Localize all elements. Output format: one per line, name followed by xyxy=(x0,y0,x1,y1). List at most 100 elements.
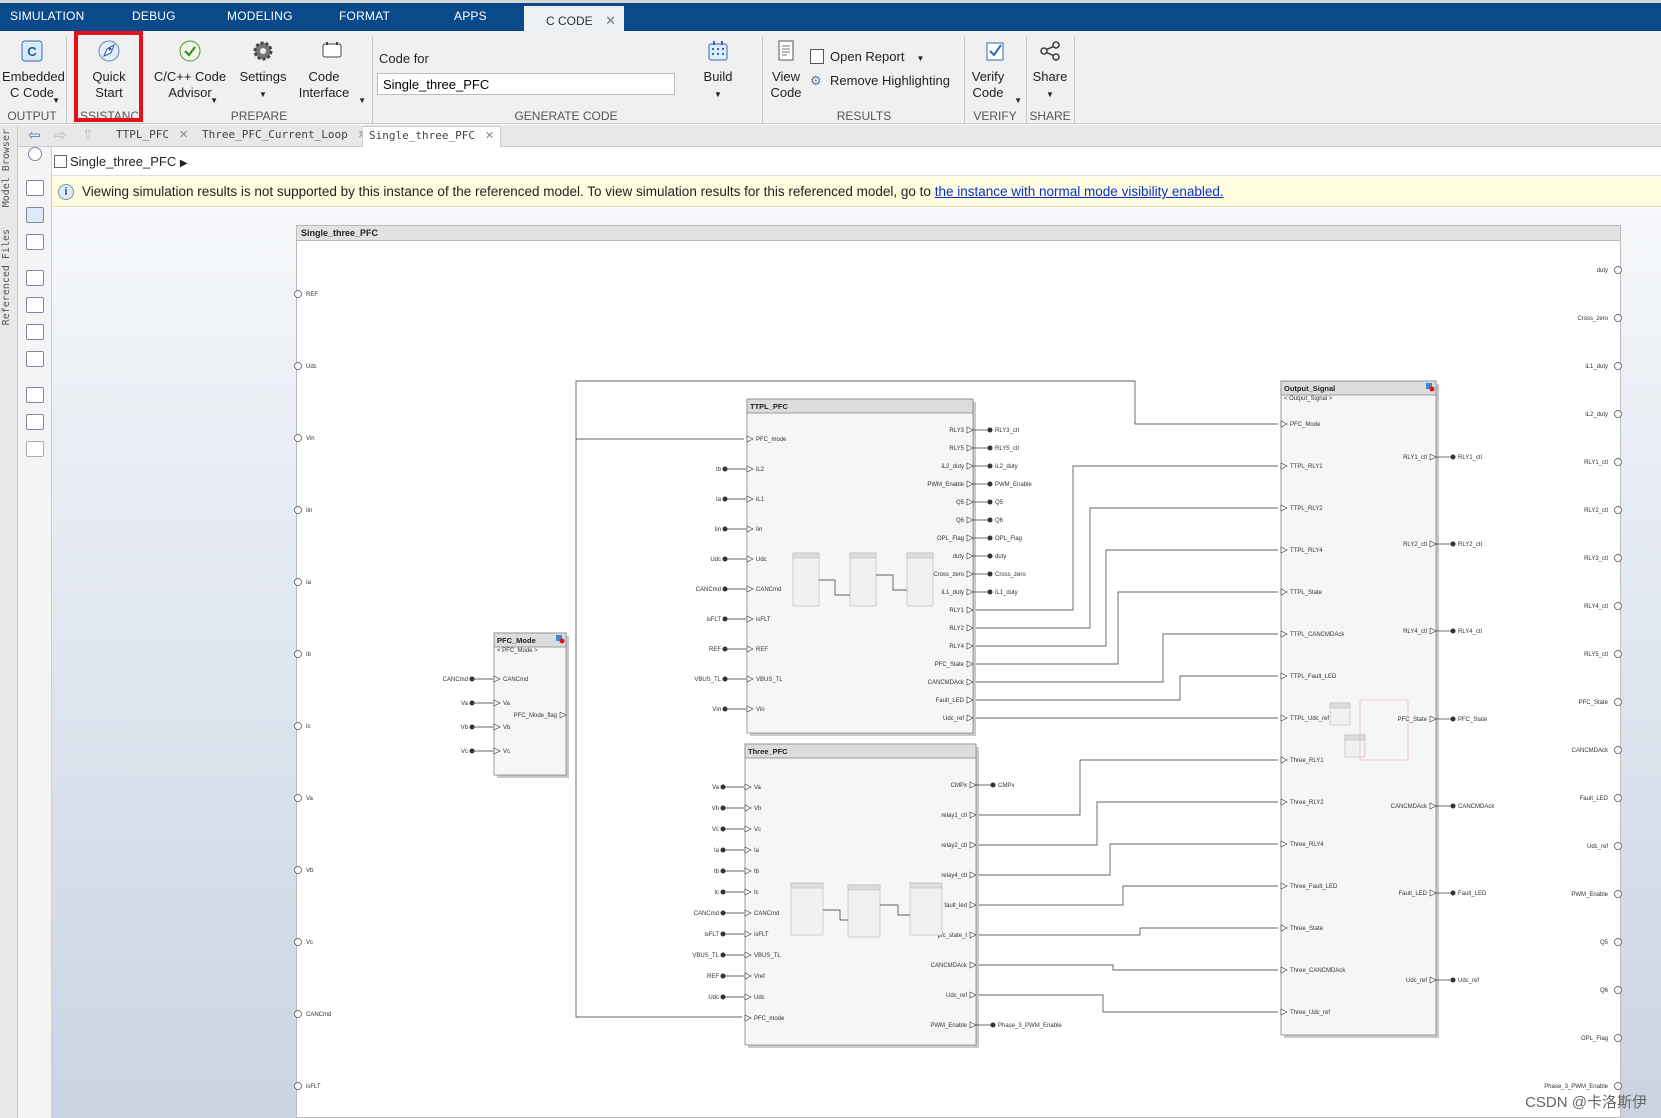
ttpl-outport-label: RLY4 xyxy=(949,644,964,650)
three-title: Three_PFC xyxy=(748,747,788,756)
three-outport-label: relay4_ctl xyxy=(941,873,967,879)
output_signal-output-terminal xyxy=(1450,541,1456,547)
model-outport xyxy=(1614,794,1622,802)
ttpl-inport-label: VBUS_TL xyxy=(756,677,783,683)
output_signal-output-terminal xyxy=(1450,977,1456,983)
three-input-signal: Ic xyxy=(714,890,719,896)
ttpl-output-signal: RLY3_ctl xyxy=(995,428,1019,434)
three-output-terminal xyxy=(990,782,996,788)
pfc_mode-input-signal: Vb xyxy=(461,725,469,731)
ttpl-outport-label: OPL_Flag xyxy=(937,536,964,542)
ttpl-output-signal: PWM_Enable xyxy=(995,482,1032,488)
ttpl-output-terminal xyxy=(987,517,993,523)
model-outport-label: RLY1_ctl xyxy=(1584,460,1608,466)
ttpl-output-terminal xyxy=(987,535,993,541)
ttpl-inport-label: isFLT xyxy=(756,617,771,623)
three-outport-label: PWM_Enable xyxy=(930,1023,967,1029)
output_signal-outport-label: CANCMDAck xyxy=(1391,804,1428,810)
ttpl-input-signal: Vin xyxy=(712,707,721,713)
three-outport-label: CANCMDAck xyxy=(931,963,968,969)
model-outport xyxy=(1614,650,1622,658)
ttpl-output-terminal xyxy=(987,499,993,505)
ttpl-inport-label: iL2 xyxy=(756,467,765,473)
three-inport-label: PFC_mode xyxy=(754,1016,785,1022)
ttpl-input-terminal xyxy=(722,676,728,682)
three-to-output-wire xyxy=(979,964,1278,971)
output_signal-inport-label: Three_State xyxy=(1290,926,1324,932)
ttpl-inport-label: REF xyxy=(756,647,768,653)
pfc_mode-input-terminal xyxy=(469,700,475,706)
output_signal-inport-label: Three_RLY1 xyxy=(1290,758,1324,764)
model-inport xyxy=(294,290,302,298)
model-outport-label: Fault_LED xyxy=(1580,796,1609,802)
ttpl-outport-label: PFC_State xyxy=(935,662,965,668)
ttpl-input-signal: VBUS_TL xyxy=(694,677,721,683)
model-outport-label: RLY5_ctl xyxy=(1584,652,1608,658)
three-input-terminal xyxy=(720,931,726,937)
output_signal-output-signal: CANCMDAck xyxy=(1458,804,1495,810)
ttpl-outport-label: duty xyxy=(953,554,964,560)
three-inport-label: Vb xyxy=(754,806,762,812)
model-outport xyxy=(1614,938,1622,946)
model-inport-label: Ib xyxy=(306,652,312,658)
ttpl-to-output-wire xyxy=(976,633,1278,683)
three-input-terminal xyxy=(720,826,726,832)
pfc_mode-inport-label: Vc xyxy=(503,749,510,755)
model-outport xyxy=(1614,698,1622,706)
output_signal-outport-label: RLY1_ctl xyxy=(1403,455,1427,461)
three-output-terminal xyxy=(990,1022,996,1028)
three-input-terminal xyxy=(720,910,726,916)
three-input-signal: Vb xyxy=(712,806,720,812)
three-input-terminal xyxy=(720,973,726,979)
three-input-signal: VBUS_TL xyxy=(692,953,719,959)
model-inport xyxy=(294,362,302,370)
ttpl-output-terminal xyxy=(987,445,993,451)
three-input-signal: Udc xyxy=(708,995,719,1001)
output_signal-block xyxy=(1280,380,1437,1036)
output_signal-output-terminal xyxy=(1450,454,1456,460)
output_signal-outport-label: Fault_LED xyxy=(1399,891,1428,897)
output_signal-inport-label: TTPL_Udc_ref xyxy=(1290,716,1329,722)
model-inport-label: Iin xyxy=(306,508,312,514)
three-input-terminal xyxy=(720,889,726,895)
model-inport-label: Ic xyxy=(306,724,311,730)
pfc_mode-inport-label: Vb xyxy=(503,725,511,731)
ttpl-inport-label: Iin xyxy=(756,527,762,533)
output_signal-inport-label: Three_Udc_ref xyxy=(1290,1010,1330,1016)
model-outport xyxy=(1614,506,1622,514)
output_signal-outport-label: RLY2_ctl xyxy=(1403,542,1427,548)
three-input-terminal xyxy=(720,868,726,874)
output_signal-inport-label: TTPL_RLY2 xyxy=(1290,506,1323,512)
pfc_mode-title: PFC_Mode xyxy=(497,636,536,645)
model-inport xyxy=(294,650,302,658)
three-inport-label: Ib xyxy=(754,869,760,875)
model-inport-label: Ia xyxy=(306,580,312,586)
model-outport xyxy=(1614,266,1622,274)
ttpl-output-signal: duty xyxy=(995,554,1006,560)
ttpl-inport-label: Udc xyxy=(756,557,767,563)
model-inport xyxy=(294,1082,302,1090)
ttpl-outport-label: CANCMDAck xyxy=(928,680,965,686)
output_signal-inport-label: TTPL_RLY1 xyxy=(1290,464,1323,470)
output_signal-output-terminal xyxy=(1450,628,1456,634)
model-outport-label: CANCMDAck xyxy=(1572,748,1609,754)
output_signal-subtitle: < Output_Signal > xyxy=(1284,396,1333,402)
model-outport-label: Q5 xyxy=(1600,940,1609,946)
ttpl-output-terminal xyxy=(987,571,993,577)
pfc_mode-input-terminal xyxy=(469,724,475,730)
ttpl-input-terminal xyxy=(722,466,728,472)
three-inner-block xyxy=(909,882,943,936)
output_signal-output-signal: RLY2_ctl xyxy=(1458,542,1482,548)
ttpl-output-signal: Cross_zero xyxy=(995,572,1026,578)
three-inport-label: Ic xyxy=(754,890,759,896)
ttpl-inner-block xyxy=(849,552,877,607)
three-to-output-wire xyxy=(979,843,1278,876)
ttpl-inport-label: PFC_mode xyxy=(756,437,787,443)
pfc_mode-input-signal: CANCmd xyxy=(443,677,468,683)
ttpl-input-signal: Ib xyxy=(716,467,722,473)
three-inport-label: Ia xyxy=(754,848,760,854)
output_signal-inport-label: TTPL_CANCMDAck xyxy=(1290,632,1345,638)
three-inport-label: isFLT xyxy=(754,932,769,938)
ttpl-input-signal: Ia xyxy=(716,497,722,503)
ttpl-outport-label: Fault_LED xyxy=(936,698,965,704)
